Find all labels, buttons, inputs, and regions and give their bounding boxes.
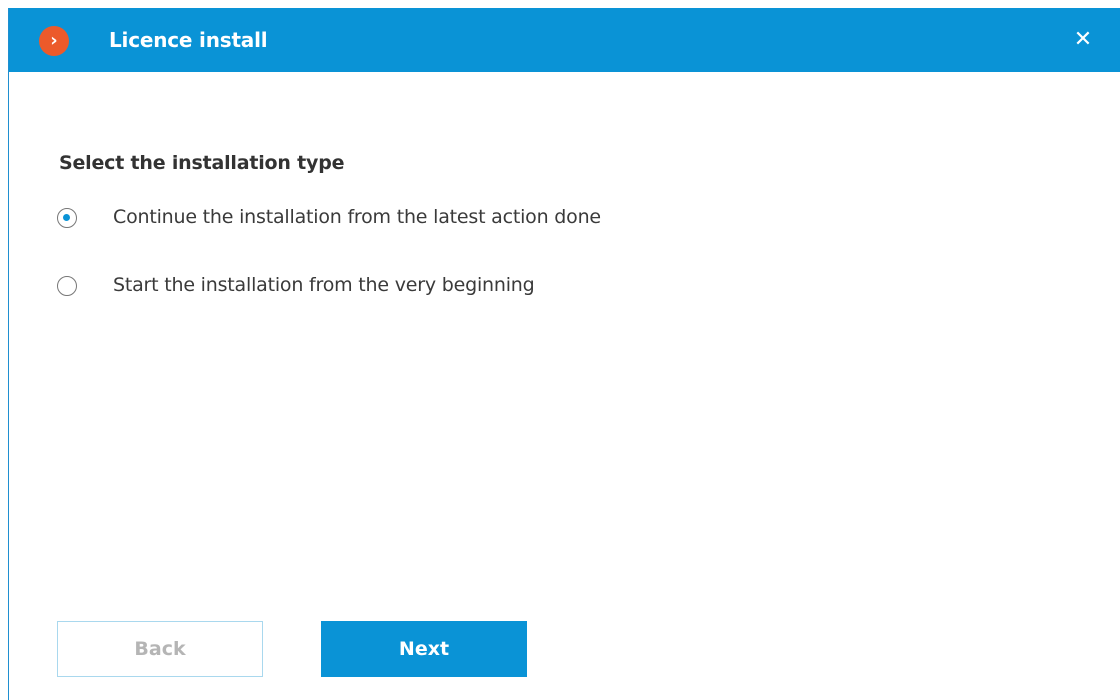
chevron-right-icon: › — [39, 26, 69, 56]
radio-button-checked[interactable] — [57, 208, 77, 228]
option-label: Start the installation from the very beg… — [113, 274, 535, 296]
section-title: Select the installation type — [59, 152, 345, 174]
window-title: Licence install — [109, 28, 268, 52]
back-button[interactable]: Back — [57, 621, 263, 677]
option-label: Continue the installation from the lates… — [113, 206, 601, 228]
close-button[interactable]: ✕ — [1065, 22, 1101, 58]
radio-button-unchecked[interactable] — [57, 276, 77, 296]
next-button[interactable]: Next — [321, 621, 527, 677]
title-bar: › Licence install ✕ — [9, 8, 1120, 72]
licence-install-window: › Licence install ✕ Select the installat… — [8, 8, 1120, 700]
